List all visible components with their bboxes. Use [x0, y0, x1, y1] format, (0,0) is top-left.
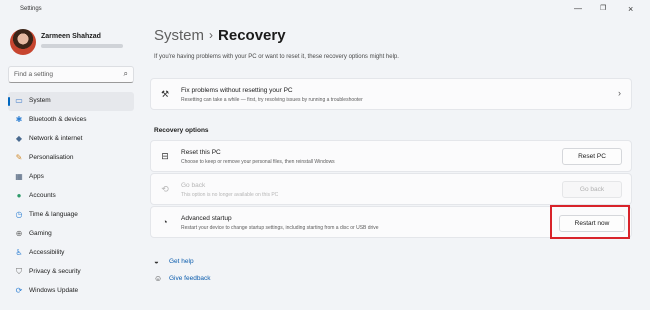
feedback-icon: ☺ — [154, 274, 163, 283]
reset-pc-button[interactable]: Reset PC — [562, 148, 622, 165]
breadcrumb: System › Recovery — [154, 27, 286, 44]
sidebar-item-network[interactable]: ◆ Network & internet — [8, 130, 134, 149]
title-bar: Settings — ❐ × — [0, 0, 650, 22]
page-title: Recovery — [218, 27, 286, 44]
bluetooth-icon: ✱ — [15, 115, 23, 124]
card-title: Fix problems without resetting your PC — [181, 87, 293, 94]
sidebar-item-label: Gaming — [29, 230, 52, 237]
fix-problems-card[interactable]: ⚒ Fix problems without resetting your PC… — [150, 78, 632, 110]
sidebar-item-windows-update[interactable]: ⟳ Windows Update — [8, 282, 134, 301]
card-title: Reset this PC — [181, 149, 221, 156]
sidebar-item-gaming[interactable]: ⊕ Gaming — [8, 225, 134, 244]
sidebar-item-label: Windows Update — [29, 287, 79, 294]
card-description: Restart your device to change startup se… — [181, 225, 379, 231]
page-description: If you're having problems with your PC o… — [154, 54, 399, 60]
sidebar-item-label: Accounts — [29, 192, 56, 199]
go-back-button: Go back — [562, 181, 622, 198]
card-description: This option is no longer available on th… — [181, 192, 279, 198]
clock-icon: ◷ — [15, 210, 23, 219]
help-icon: ◒ — [154, 257, 159, 266]
maximize-icon[interactable]: ❐ — [600, 4, 606, 14]
sidebar-item-label: Personalisation — [29, 154, 74, 161]
sidebar-item-time-language[interactable]: ◷ Time & language — [8, 206, 134, 225]
sidebar-item-label: Privacy & security — [29, 268, 81, 275]
card-title: Go back — [181, 182, 206, 189]
user-email-redacted — [41, 44, 123, 48]
sidebar-item-bluetooth[interactable]: ✱ Bluetooth & devices — [8, 111, 134, 130]
search-icon: ⌕ — [123, 69, 128, 78]
accounts-icon: ● — [16, 191, 22, 200]
get-help-label: Get help — [169, 258, 194, 265]
sidebar-item-label: Network & internet — [29, 135, 83, 142]
troubleshoot-icon: ⚒ — [160, 89, 170, 99]
sidebar-item-personalisation[interactable]: ✎ Personalisation — [8, 149, 134, 168]
section-heading: Recovery options — [154, 127, 209, 134]
sidebar-item-label: Time & language — [29, 211, 78, 218]
brush-icon: ✎ — [15, 153, 23, 162]
give-feedback-label: Give feedback — [169, 275, 211, 282]
chevron-right-icon: › — [618, 88, 621, 98]
sidebar-item-system[interactable]: ▭ System — [8, 92, 134, 111]
card-description: Resetting can take a while — first, try … — [181, 97, 363, 103]
accessibility-icon: ♿ — [15, 248, 23, 257]
update-icon: ⟳ — [15, 286, 23, 295]
user-name: Zarmeen Shahzad — [41, 33, 101, 40]
go-back-icon: ⟲ — [161, 184, 169, 194]
search-placeholder: Find a setting — [14, 71, 54, 78]
sidebar-item-privacy-security[interactable]: ⛉ Privacy & security — [8, 263, 134, 282]
advanced-startup-icon: ◔ — [162, 217, 168, 227]
sidebar-item-apps[interactable]: ▦ Apps — [8, 168, 134, 187]
breadcrumb-separator-icon: › — [209, 28, 214, 42]
sidebar-item-label: Apps — [29, 173, 44, 180]
restart-now-highlight — [550, 205, 630, 239]
go-back-card: ⟲ Go back This option is no longer avail… — [150, 173, 632, 205]
sidebar-item-accessibility[interactable]: ♿ Accessibility — [8, 244, 134, 263]
gaming-icon: ⊕ — [15, 229, 23, 238]
sidebar-item-label: System — [29, 97, 51, 104]
close-icon[interactable]: × — [628, 4, 633, 14]
sidebar-item-label: Accessibility — [29, 249, 65, 256]
sidebar-item-accounts[interactable]: ● Accounts — [8, 187, 134, 206]
apps-icon: ▦ — [15, 172, 23, 181]
breadcrumb-parent[interactable]: System — [154, 27, 204, 44]
avatar[interactable] — [10, 29, 36, 55]
sidebar-nav: ▭ System ✱ Bluetooth & devices ◆ Network… — [0, 92, 140, 301]
reset-pc-card: ⊟ Reset this PC Choose to keep or remove… — [150, 140, 632, 172]
network-icon: ◆ — [15, 134, 23, 143]
minimize-icon[interactable]: — — [574, 4, 582, 14]
system-icon: ▭ — [15, 96, 23, 105]
app-title: Settings — [20, 6, 42, 12]
sidebar-item-label: Bluetooth & devices — [29, 116, 87, 123]
search-input[interactable]: Find a setting ⌕ — [8, 66, 134, 83]
reset-pc-icon: ⊟ — [161, 151, 169, 161]
card-title: Advanced startup — [181, 215, 232, 222]
card-description: Choose to keep or remove your personal f… — [181, 159, 335, 165]
shield-icon: ⛉ — [16, 267, 22, 276]
